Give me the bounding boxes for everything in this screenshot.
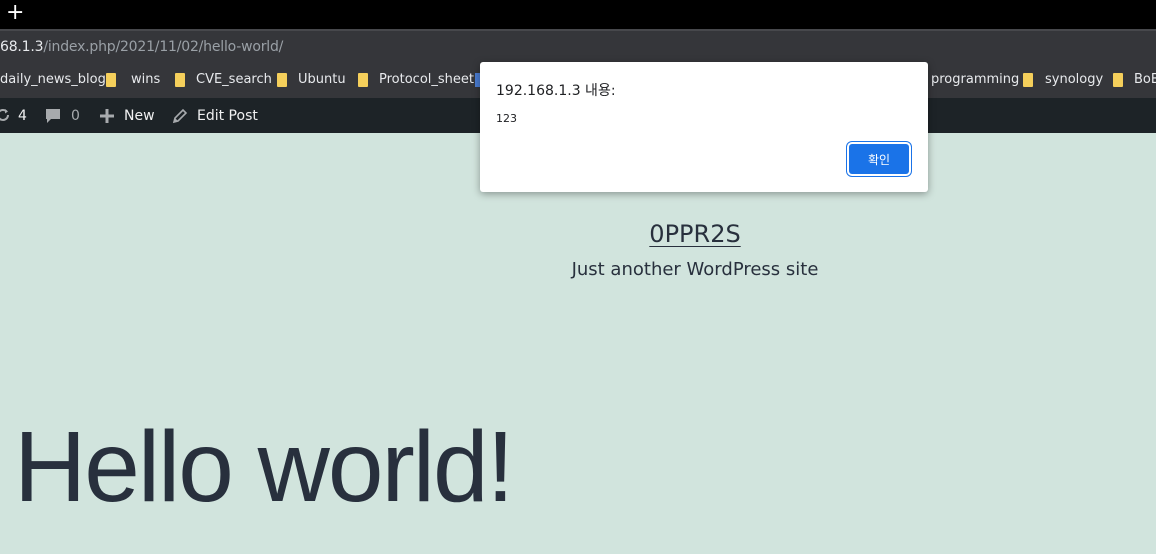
folder-icon bbox=[358, 73, 368, 87]
bookmark-daily-news-blog[interactable]: daily_news_blog bbox=[0, 71, 106, 89]
folder-icon bbox=[1113, 73, 1123, 87]
new-menu[interactable]: New bbox=[124, 107, 155, 125]
site-tagline: Just another WordPress site bbox=[571, 259, 819, 280]
new-tab-button[interactable]: + bbox=[6, 2, 24, 24]
folder-icon bbox=[277, 73, 287, 87]
bookmark-programming[interactable]: programming bbox=[931, 71, 1019, 89]
edit-post-link[interactable]: Edit Post bbox=[197, 107, 258, 125]
ok-button[interactable]: 확인 bbox=[849, 144, 909, 174]
comments-count[interactable]: 0 bbox=[71, 107, 80, 125]
updates-icon[interactable] bbox=[0, 108, 10, 122]
dialog-message: 123 bbox=[496, 112, 517, 125]
site-title-link[interactable]: 0PPR2S bbox=[649, 220, 740, 248]
bookmark-cve-search[interactable]: CVE_search bbox=[196, 71, 272, 89]
folder-icon bbox=[1023, 73, 1033, 87]
dialog-title: 192.168.1.3 내용: bbox=[496, 83, 616, 99]
address-bar[interactable]: 68.1.3/index.php/2021/11/02/hello-world/ bbox=[0, 29, 1156, 63]
comment-icon[interactable] bbox=[45, 108, 61, 124]
alert-dialog: 192.168.1.3 내용: 123 확인 bbox=[480, 62, 928, 192]
bookmark-bob[interactable]: BoB bbox=[1134, 71, 1156, 89]
bookmark-synology[interactable]: synology bbox=[1045, 71, 1103, 89]
post-title: Hello world! bbox=[14, 411, 514, 523]
url-path: /index.php/2021/11/02/hello-world/ bbox=[43, 39, 284, 55]
bookmark-wins[interactable]: wins bbox=[131, 71, 160, 89]
tab-strip: + bbox=[0, 0, 1156, 29]
plus-icon[interactable] bbox=[99, 108, 115, 124]
bookmark-protocol-sheet[interactable]: Protocol_sheet bbox=[379, 71, 474, 89]
updates-count[interactable]: 4 bbox=[18, 107, 27, 125]
folder-icon bbox=[175, 73, 185, 87]
bookmark-ubuntu[interactable]: Ubuntu bbox=[298, 71, 346, 89]
url-text[interactable]: 68.1.3/index.php/2021/11/02/hello-world/ bbox=[0, 39, 283, 55]
pencil-icon[interactable] bbox=[172, 108, 188, 124]
folder-icon bbox=[106, 73, 116, 87]
url-host: 68.1.3 bbox=[0, 39, 44, 55]
site-title: 0PPR2S bbox=[0, 220, 1156, 248]
